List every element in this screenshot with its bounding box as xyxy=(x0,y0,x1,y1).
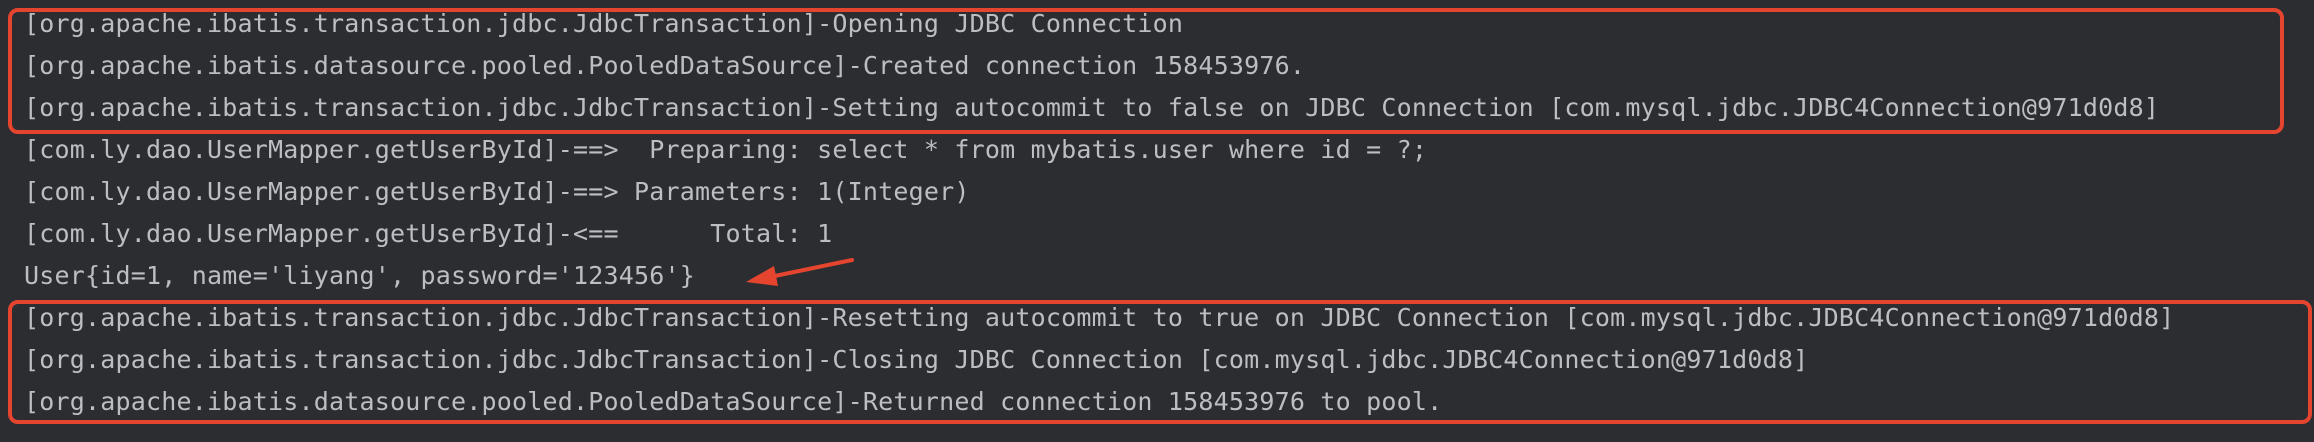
console-output[interactable]: [org.apache.ibatis.transaction.jdbc.Jdbc… xyxy=(0,0,2314,442)
log-line-6: [com.ly.dao.UserMapper.getUserById]-<== … xyxy=(24,219,833,248)
log-line-5: [com.ly.dao.UserMapper.getUserById]-==> … xyxy=(24,177,970,206)
log-line-4: [com.ly.dao.UserMapper.getUserById]-==> … xyxy=(24,135,1428,164)
arrow-left-icon xyxy=(746,258,854,286)
highlight-box-close-connection xyxy=(8,300,2312,424)
log-line-7: User{id=1, name='liyang', password='1234… xyxy=(24,261,696,290)
highlight-box-open-connection xyxy=(8,8,2284,134)
